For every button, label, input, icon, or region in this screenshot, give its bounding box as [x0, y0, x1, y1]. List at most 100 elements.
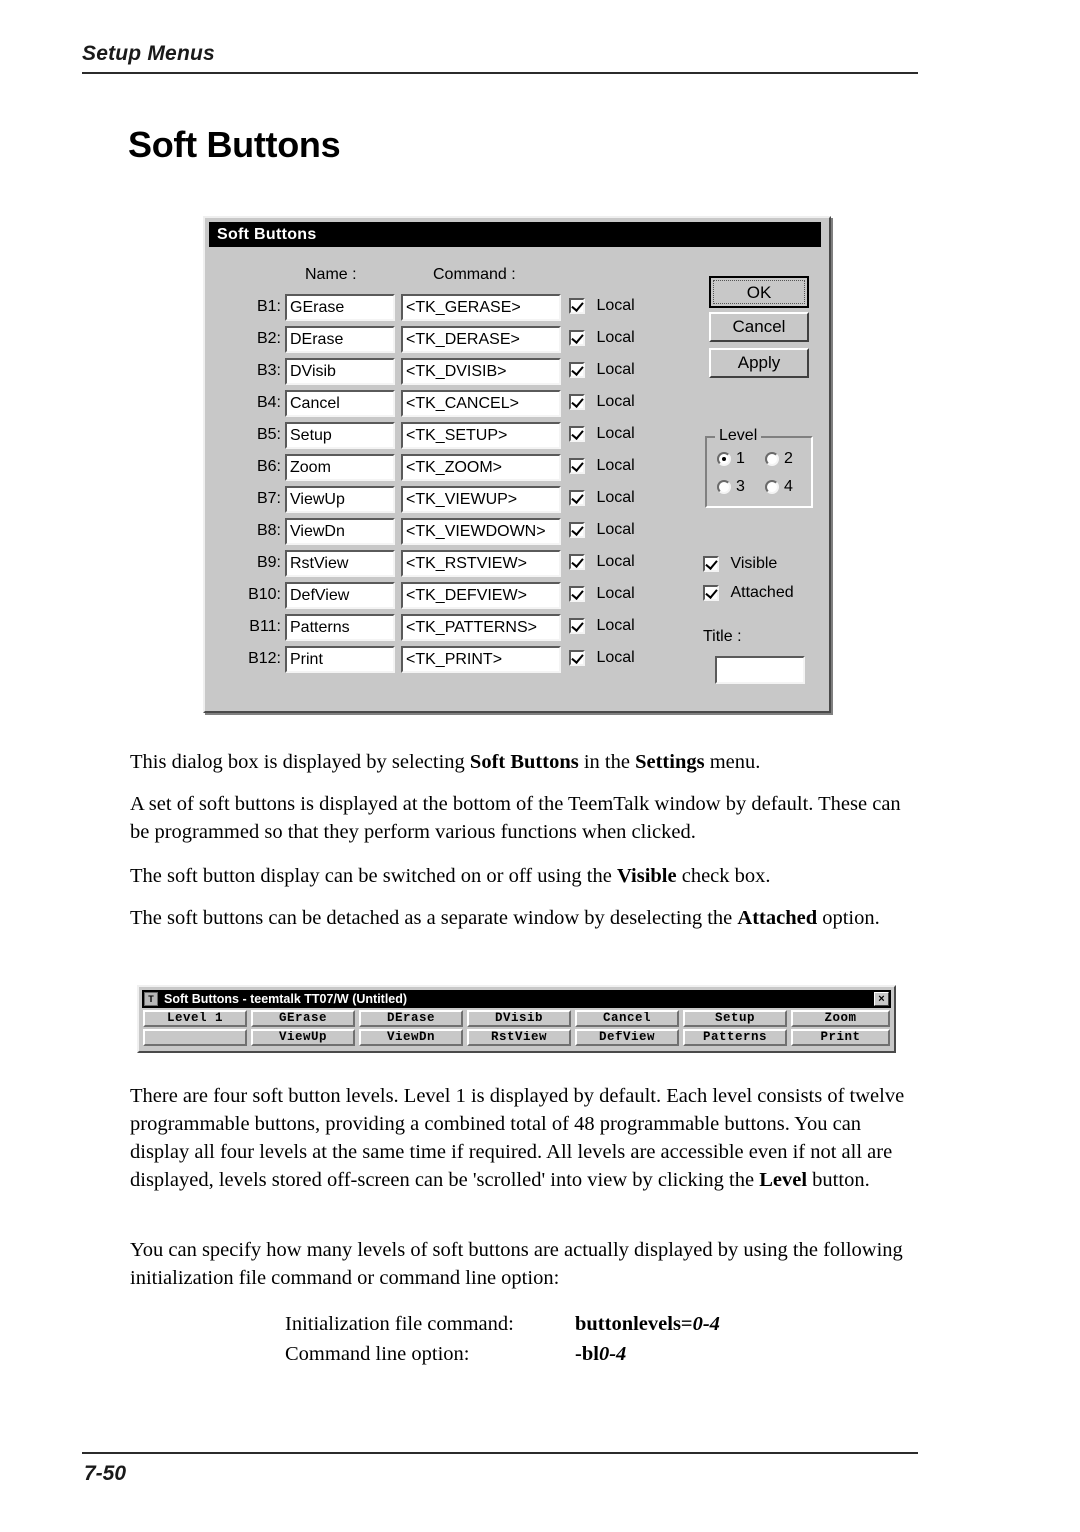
- row-label: B1:: [256, 298, 281, 315]
- local-checkbox[interactable]: [569, 458, 585, 474]
- attached-label: Attached: [730, 584, 794, 601]
- toolbar-button-empty[interactable]: [143, 1029, 247, 1046]
- toolbar-button-print[interactable]: Print: [791, 1029, 890, 1046]
- local-checkbox-wrap[interactable]: Local: [569, 649, 635, 671]
- row-label: B9:: [256, 554, 281, 571]
- local-checkbox[interactable]: [569, 426, 585, 442]
- command-value-init-file: buttonlevels=0-4: [575, 1313, 720, 1335]
- visible-checkbox[interactable]: [703, 556, 719, 572]
- command-input[interactable]: <TK_ZOOM>: [401, 454, 561, 481]
- command-input[interactable]: <TK_DVISIB>: [401, 358, 561, 385]
- cancel-button[interactable]: Cancel: [709, 312, 809, 342]
- visible-checkbox-wrap[interactable]: Visible: [703, 555, 777, 573]
- name-input[interactable]: Setup: [285, 422, 395, 449]
- command-input[interactable]: <TK_PRINT>: [401, 646, 561, 673]
- name-input[interactable]: GErase: [285, 294, 395, 321]
- local-checkbox-wrap[interactable]: Local: [569, 425, 635, 447]
- page-header: Setup Menus: [82, 42, 918, 74]
- local-checkbox[interactable]: [569, 586, 585, 602]
- level-radio-4-label: 4: [784, 478, 793, 495]
- toolbar-button-level[interactable]: Level 1: [143, 1010, 247, 1027]
- toolbar-button-rstview[interactable]: RstView: [467, 1029, 571, 1046]
- level-radio-3[interactable]: 3: [717, 478, 745, 496]
- attached-checkbox[interactable]: [703, 585, 719, 601]
- command-input[interactable]: <TK_SETUP>: [401, 422, 561, 449]
- local-checkbox-wrap[interactable]: Local: [569, 297, 635, 319]
- p3-post: check box.: [676, 865, 771, 887]
- command-input[interactable]: <TK_CANCEL>: [401, 390, 561, 417]
- command-input[interactable]: <TK_GERASE>: [401, 294, 561, 321]
- local-checkbox-wrap[interactable]: Local: [569, 393, 635, 415]
- radio-icon[interactable]: [717, 452, 731, 466]
- toolbar-button-viewdn[interactable]: ViewDn: [359, 1029, 463, 1046]
- title-input[interactable]: [715, 656, 805, 684]
- toolbar-button-viewup[interactable]: ViewUp: [251, 1029, 355, 1046]
- attached-checkbox-wrap[interactable]: Attached: [703, 584, 794, 602]
- command-input[interactable]: <TK_VIEWUP>: [401, 486, 561, 513]
- toolbar-button-patterns[interactable]: Patterns: [683, 1029, 787, 1046]
- radio-icon[interactable]: [765, 480, 779, 494]
- name-input[interactable]: ViewDn: [285, 518, 395, 545]
- command-input[interactable]: <TK_DERASE>: [401, 326, 561, 353]
- command-input[interactable]: <TK_DEFVIEW>: [401, 582, 561, 609]
- radio-icon[interactable]: [765, 452, 779, 466]
- row-label: B2:: [256, 330, 281, 347]
- p5-bold-level: Level: [759, 1169, 808, 1191]
- level-radio-2[interactable]: 2: [765, 450, 793, 468]
- command-input[interactable]: <TK_RSTVIEW>: [401, 550, 561, 577]
- name-input[interactable]: DefView: [285, 582, 395, 609]
- close-icon[interactable]: ×: [874, 992, 889, 1006]
- local-checkbox[interactable]: [569, 554, 585, 570]
- local-checkbox[interactable]: [569, 490, 585, 506]
- local-checkbox[interactable]: [569, 362, 585, 378]
- local-checkbox-wrap[interactable]: Local: [569, 329, 635, 351]
- name-input[interactable]: DVisib: [285, 358, 395, 385]
- command-input[interactable]: <TK_PATTERNS>: [401, 614, 561, 641]
- command-input[interactable]: <TK_VIEWDOWN>: [401, 518, 561, 545]
- apply-button[interactable]: Apply: [709, 348, 809, 378]
- toolbar-row-1: Level 1 GErase DErase DVisib Cancel Setu…: [143, 1010, 890, 1027]
- radio-icon[interactable]: [717, 480, 731, 494]
- name-input[interactable]: Zoom: [285, 454, 395, 481]
- toolbar-button-zoom[interactable]: Zoom: [791, 1010, 890, 1027]
- page-number: 7-50: [84, 1462, 127, 1485]
- local-checkbox-wrap[interactable]: Local: [569, 553, 635, 575]
- name-input[interactable]: Cancel: [285, 390, 395, 417]
- name-input[interactable]: ViewUp: [285, 486, 395, 513]
- local-checkbox-wrap[interactable]: Local: [569, 585, 635, 607]
- name-input[interactable]: Patterns: [285, 614, 395, 641]
- toolbar-button-dvisib[interactable]: DVisib: [467, 1010, 571, 1027]
- local-label: Local: [596, 489, 635, 506]
- name-input[interactable]: Print: [285, 646, 395, 673]
- level-groupbox-legend: Level: [715, 427, 762, 445]
- toolbar-button-cancel[interactable]: Cancel: [575, 1010, 679, 1027]
- local-label: Local: [596, 361, 635, 378]
- dialog-titlebar: Soft Buttons: [209, 222, 821, 247]
- toolbar-button-gerase[interactable]: GErase: [251, 1010, 355, 1027]
- level-radio-1[interactable]: 1: [717, 450, 745, 468]
- level-radio-2-label: 2: [784, 450, 793, 467]
- ok-button[interactable]: OK: [709, 276, 809, 308]
- name-input[interactable]: RstView: [285, 550, 395, 577]
- local-checkbox[interactable]: [569, 330, 585, 346]
- paragraph-3: The soft button display can be switched …: [130, 862, 920, 890]
- toolbar-button-defview[interactable]: DefView: [575, 1029, 679, 1046]
- local-checkbox[interactable]: [569, 618, 585, 634]
- toolbar-button-setup[interactable]: Setup: [683, 1010, 787, 1027]
- local-checkbox[interactable]: [569, 298, 585, 314]
- level-radio-4[interactable]: 4: [765, 478, 793, 496]
- local-checkbox-wrap[interactable]: Local: [569, 617, 635, 639]
- toolbar-button-derase[interactable]: DErase: [359, 1010, 463, 1027]
- p1-bold-settings: Settings: [635, 751, 705, 773]
- system-menu-icon[interactable]: T: [144, 992, 158, 1006]
- paragraph-5: There are four soft button levels. Level…: [130, 1082, 920, 1194]
- local-checkbox[interactable]: [569, 650, 585, 666]
- name-input[interactable]: DErase: [285, 326, 395, 353]
- local-checkbox[interactable]: [569, 522, 585, 538]
- local-checkbox-wrap[interactable]: Local: [569, 457, 635, 479]
- local-checkbox[interactable]: [569, 394, 585, 410]
- local-checkbox-wrap[interactable]: Local: [569, 521, 635, 543]
- local-checkbox-wrap[interactable]: Local: [569, 361, 635, 383]
- local-label: Local: [596, 425, 635, 442]
- local-checkbox-wrap[interactable]: Local: [569, 489, 635, 511]
